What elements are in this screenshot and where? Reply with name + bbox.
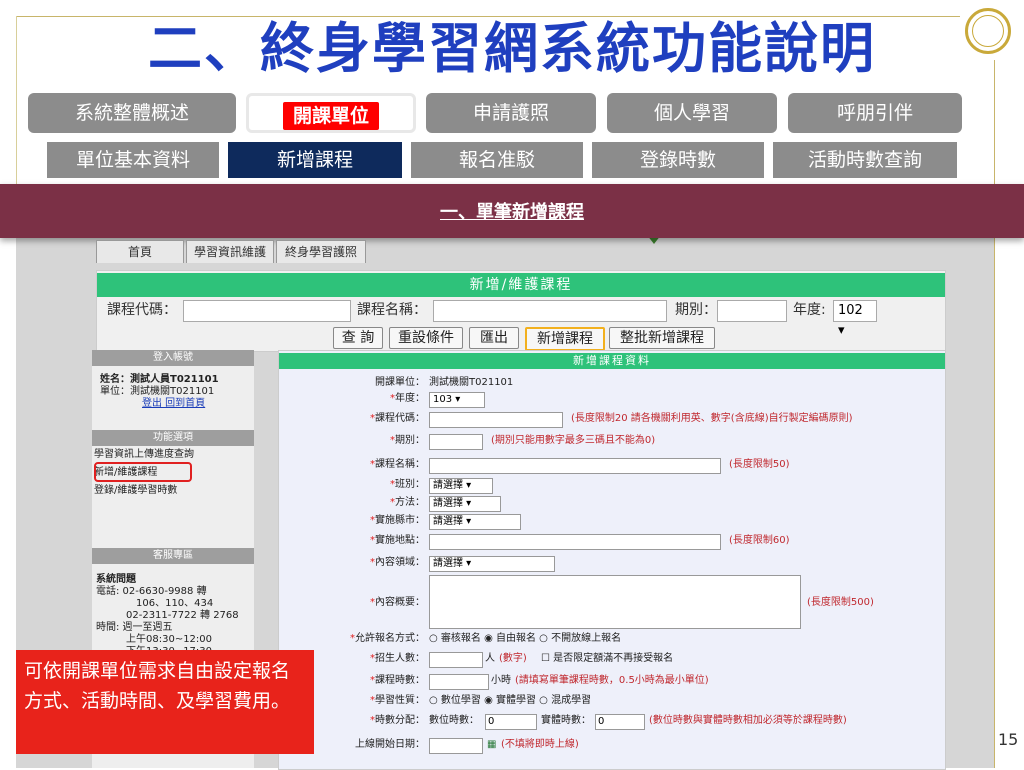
query-button[interactable]: 查 詢 bbox=[333, 327, 383, 349]
period-field-input[interactable] bbox=[429, 434, 483, 450]
signup-field-options[interactable]: ○ 審核報名 ◉ 自由報名 ○ 不開放線上報名 bbox=[429, 631, 621, 647]
start-date-input[interactable] bbox=[429, 738, 483, 754]
tab-course-unit-label: 開課單位 bbox=[282, 102, 379, 130]
form-title: 新增課程資料 bbox=[279, 353, 945, 369]
year-field-label: *年度： bbox=[390, 393, 425, 404]
course-code-input[interactable] bbox=[183, 300, 351, 322]
year-field-select[interactable]: 103 ▾ bbox=[429, 392, 485, 408]
place-field-note: (長度限制60) bbox=[729, 535, 790, 546]
quota-full-checkbox[interactable]: ☐ 是否限定額滿不再接受報名 bbox=[541, 651, 673, 667]
subtab-add-course[interactable]: 新增課程 bbox=[228, 142, 402, 178]
service-line-3: 106、110、434 bbox=[136, 598, 214, 609]
period-label: 期別： bbox=[675, 302, 717, 318]
export-button[interactable]: 匯出 bbox=[469, 327, 519, 349]
place-field-label: *實施地點： bbox=[370, 535, 425, 546]
period-field-label: *期別： bbox=[390, 435, 425, 446]
name-field-note: (長度限制50) bbox=[729, 459, 790, 470]
logout-home-links[interactable]: 登出 回到首頁 bbox=[142, 398, 205, 410]
subtab-registration-approval[interactable]: 報名准駁 bbox=[411, 142, 583, 178]
domain-field-label: *內容領域： bbox=[370, 557, 425, 568]
signup-field-label: *允許報名方式： bbox=[350, 633, 425, 644]
embedded-tab-passport[interactable]: 終身學習護照 bbox=[276, 240, 366, 263]
function-box-title: 功能選項 bbox=[92, 430, 254, 446]
reset-button[interactable]: 重設條件 bbox=[389, 327, 463, 349]
login-name: 姓名：測試人員T021101 bbox=[100, 374, 219, 385]
add-course-form: 新增課程資料 開課單位： 測試機關T021101 *年度： 103 ▾ *課程代… bbox=[278, 350, 946, 770]
alloc-physical-label: 實體時數： bbox=[541, 715, 591, 726]
start-date-note: (不填將即時上線) bbox=[501, 739, 579, 750]
name-field-input[interactable] bbox=[429, 458, 721, 474]
login-unit: 單位：測試機關T021101 bbox=[100, 386, 215, 397]
subtab-record-hours[interactable]: 登錄時數 bbox=[592, 142, 764, 178]
frame-line-right bbox=[994, 60, 995, 768]
name-field-label: *課程名稱： bbox=[370, 459, 425, 470]
code-field-input[interactable] bbox=[429, 412, 563, 428]
menu-item-record-hours[interactable]: 登錄/維護學習時數 bbox=[94, 484, 177, 498]
place-field-input[interactable] bbox=[429, 534, 721, 550]
hours-field-note: (請填寫單筆課程時數，0.5小時為最小單位) bbox=[515, 675, 709, 686]
method-field-label: *方法： bbox=[390, 497, 425, 508]
unit-label: 開課單位： bbox=[375, 377, 425, 388]
year-select-value: 102 bbox=[838, 303, 863, 318]
service-box-title: 客服專區 bbox=[92, 548, 254, 564]
period-field-note: (期別只能用數字最多三碼且不能為0) bbox=[491, 435, 656, 446]
section-banner: 一、單筆新增課程 bbox=[0, 184, 1024, 238]
course-code-label: 課程代碼： bbox=[107, 302, 177, 318]
service-line-1: 系統問題 bbox=[96, 574, 136, 585]
subtab-activity-hours-query[interactable]: 活動時數查詢 bbox=[773, 142, 957, 178]
summary-field-note: (長度限制500) bbox=[807, 597, 874, 608]
tab-invite-friends[interactable]: 呼朋引伴 bbox=[788, 93, 962, 133]
embedded-nav-tabs: 首頁 學習資訊維護 終身學習護照 bbox=[96, 240, 996, 264]
quota-field-note: (數字) bbox=[499, 653, 527, 664]
year-select[interactable]: 102 ▾ bbox=[833, 300, 877, 338]
page-number: 15 bbox=[998, 730, 1019, 749]
tab-personal-learning[interactable]: 個人學習 bbox=[607, 93, 777, 133]
course-name-label: 課程名稱： bbox=[357, 302, 427, 318]
year-label: 年度: bbox=[793, 302, 826, 318]
course-name-input[interactable] bbox=[433, 300, 667, 322]
service-line-4: 02-2311-7722 轉 2768 bbox=[126, 610, 239, 621]
tab-system-overview[interactable]: 系統整體概述 bbox=[28, 93, 236, 133]
embedded-tab-info-maintenance[interactable]: 學習資訊維護 bbox=[186, 240, 274, 263]
highlight-box bbox=[94, 462, 192, 482]
city-field-label: *實施縣市： bbox=[370, 515, 425, 526]
slide-title: 二、終身學習網系統功能說明 bbox=[148, 17, 876, 80]
search-panel: 新增/維護課程 課程代碼： 課程名稱： 期別： 年度: 102 ▾ 查 詢 重設… bbox=[96, 270, 946, 352]
unit-value: 測試機關T021101 bbox=[429, 377, 514, 388]
tab-course-unit[interactable]: 開課單位 bbox=[246, 93, 416, 133]
service-line-6: 上午08:30~12:00 bbox=[126, 634, 213, 645]
hours-field-input[interactable] bbox=[429, 674, 489, 690]
period-input[interactable] bbox=[717, 300, 787, 322]
class-field-select[interactable]: 請選擇 ▾ bbox=[429, 478, 493, 494]
embedded-tab-home[interactable]: 首頁 bbox=[96, 240, 184, 263]
class-field-label: *班別： bbox=[390, 479, 425, 490]
alloc-physical-input[interactable]: 0 bbox=[595, 714, 645, 730]
callout-note: 可依開課單位需求自由設定報名方式、活動時間、及學習費用。 bbox=[16, 650, 314, 754]
quota-field-input[interactable] bbox=[429, 652, 483, 668]
hours-field-unit: 小時 bbox=[491, 675, 511, 686]
city-field-select[interactable]: 請選擇 ▾ bbox=[429, 514, 521, 530]
summary-field-label: *內容概要： bbox=[370, 597, 425, 608]
batch-add-course-button[interactable]: 整批新增課程 bbox=[609, 327, 715, 349]
search-panel-title: 新增/維護課程 bbox=[97, 273, 945, 297]
menu-item-upload-progress[interactable]: 學習資訊上傳進度查詢 bbox=[94, 448, 194, 462]
subtab-unit-info[interactable]: 單位基本資料 bbox=[47, 142, 219, 178]
summary-field-textarea[interactable] bbox=[429, 575, 801, 629]
nature-field-options[interactable]: ○ 數位學習 ◉ 實體學習 ○ 混成學習 bbox=[429, 693, 591, 709]
add-course-button[interactable]: 新增課程 bbox=[525, 327, 605, 351]
calendar-icon[interactable]: ▦ bbox=[487, 737, 496, 753]
service-line-2: 電話: 02-6630-9988 轉 bbox=[96, 586, 207, 597]
alloc-field-note: (數位時數與實體時數相加必須等於課程時數) bbox=[649, 715, 847, 726]
service-line-5: 時間: 週一至週五 bbox=[96, 622, 173, 633]
code-field-label: *課程代碼： bbox=[370, 413, 425, 424]
login-box-title: 登入帳號 bbox=[92, 350, 254, 366]
alloc-digital-input[interactable]: 0 bbox=[485, 714, 537, 730]
banner-text: 一、單筆新增課程 bbox=[440, 202, 584, 223]
domain-field-select[interactable]: 請選擇 ▾ bbox=[429, 556, 555, 572]
method-field-select[interactable]: 請選擇 ▾ bbox=[429, 496, 501, 512]
code-field-note: (長度限制20 請各機關利用英、數字(含底線)自行製定編碼原則) bbox=[571, 413, 853, 424]
alloc-digital-label: 數位時數： bbox=[429, 715, 479, 726]
tab-apply-passport[interactable]: 申請護照 bbox=[426, 93, 596, 133]
quota-field-unit: 人 bbox=[485, 653, 495, 664]
